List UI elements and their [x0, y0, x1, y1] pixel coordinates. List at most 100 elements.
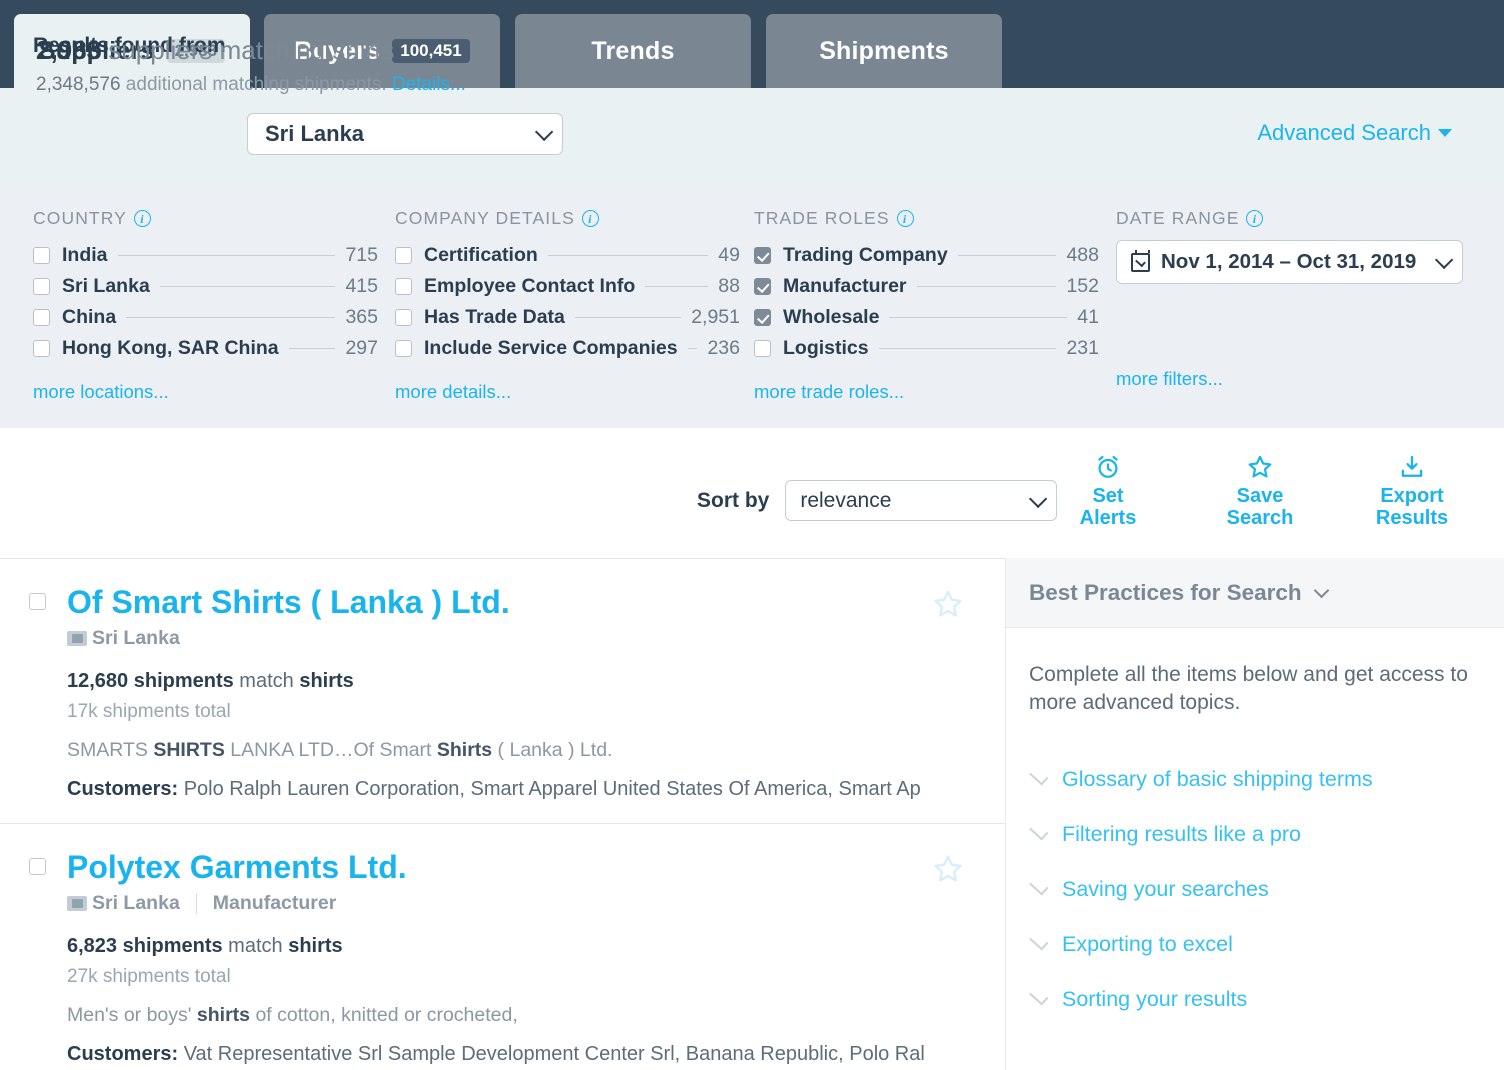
filter-group-title: TRADE ROLES i	[754, 208, 1099, 229]
filter-row[interactable]: Sri Lanka 415	[33, 271, 378, 302]
set-alerts-button[interactable]: Set Alerts	[1056, 452, 1160, 530]
more-trade-roles-link[interactable]: more trade roles...	[754, 381, 1099, 403]
leader-dots	[889, 317, 1068, 318]
list-item[interactable]: Sorting your results	[1029, 972, 1478, 1027]
info-icon[interactable]: i	[896, 210, 914, 227]
filter-count: 365	[345, 306, 378, 328]
list-item-label: Exporting to excel	[1062, 931, 1233, 956]
filter-checkbox[interactable]	[754, 340, 771, 357]
filter-count: 2,951	[691, 306, 740, 328]
filter-row[interactable]: Certification 49	[395, 240, 740, 271]
additional-shipments-line: 2,348,576 additional matching shipments.…	[36, 74, 466, 96]
details-link[interactable]: Details...	[392, 74, 466, 95]
save-search-button[interactable]: Save Search	[1208, 452, 1312, 530]
filter-group-title: COMPANY DETAILS i	[395, 208, 740, 229]
info-icon[interactable]: i	[581, 210, 599, 227]
list-item[interactable]: Glossary of basic shipping terms	[1029, 752, 1478, 807]
filter-row[interactable]: Trading Company 488	[754, 240, 1099, 271]
chevron-down-icon	[1313, 582, 1329, 598]
list-item[interactable]: Exporting to excel	[1029, 917, 1478, 972]
filter-checkbox-checked[interactable]	[754, 309, 771, 326]
filter-row[interactable]: Has Trade Data 2,951	[395, 302, 740, 333]
filter-row[interactable]: China 365	[33, 302, 378, 333]
leader-dots	[159, 286, 336, 287]
result-total-line: 17k shipments total	[67, 701, 231, 723]
match-term: shirts	[288, 935, 343, 958]
favorite-star-icon[interactable]	[931, 852, 965, 886]
result-checkbox[interactable]	[29, 593, 46, 610]
match-term: shirts	[299, 670, 354, 693]
action-line1: Set	[1092, 485, 1124, 507]
result-customers-line: Customers: Vat Representative Srl Sample…	[67, 1043, 1005, 1066]
more-filters-link[interactable]: more filters...	[1116, 368, 1476, 390]
action-line1: Export	[1380, 485, 1444, 507]
best-practices-title: Best Practices for Search	[1029, 579, 1302, 605]
desc-pre: Men's or boys'	[67, 1004, 197, 1027]
export-results-button[interactable]: Export Results	[1360, 452, 1464, 530]
tab-label: Trends	[591, 36, 675, 65]
result-country: Sri Lanka	[92, 627, 180, 650]
filter-checkbox[interactable]	[395, 247, 412, 264]
leader-dots	[547, 255, 709, 256]
filter-checkbox[interactable]	[33, 247, 50, 264]
filter-row[interactable]: India 715	[33, 240, 378, 271]
filter-checkbox[interactable]	[33, 340, 50, 357]
action-buttons: Set Alerts Save Search Export Results	[1056, 452, 1464, 530]
filter-group-company-details: COMPANY DETAILS i Certification 49 Emplo…	[395, 208, 740, 403]
advanced-search-link[interactable]: Advanced Search	[1257, 120, 1452, 146]
filter-checkbox[interactable]	[395, 340, 412, 357]
date-range-select[interactable]: Nov 1, 2014 – Oct 31, 2019	[1116, 240, 1463, 284]
best-practices-header[interactable]: Best Practices for Search	[1006, 558, 1504, 628]
desc-highlight-1: SHIRTS	[153, 739, 225, 762]
country-select[interactable]: Sri Lanka	[247, 113, 563, 155]
filter-checkbox-checked[interactable]	[754, 247, 771, 264]
sort-select[interactable]: relevance	[785, 480, 1058, 521]
filter-label: Hong Kong, SAR China	[62, 337, 279, 359]
more-locations-link[interactable]: more locations...	[33, 381, 378, 403]
filter-row[interactable]: Hong Kong, SAR China 297	[33, 333, 378, 364]
flag-icon	[67, 896, 87, 912]
filter-row[interactable]: Include Service Companies 236	[395, 333, 740, 364]
result-description: SMARTS SHIRTS LANKA LTD…Of Smart Shirts …	[67, 739, 1005, 762]
flag-icon	[67, 631, 87, 647]
filter-checkbox[interactable]	[33, 309, 50, 326]
filter-row[interactable]: Manufacturer 152	[754, 271, 1099, 302]
info-icon[interactable]: i	[1246, 210, 1264, 227]
filter-count: 415	[345, 275, 378, 297]
tab-label: Shipments	[819, 36, 949, 65]
list-item[interactable]: Saving your searches	[1029, 862, 1478, 917]
result-customers-line: Customers: Polo Ralph Lauren Corporation…	[67, 778, 1005, 801]
action-line2: Alerts	[1079, 507, 1137, 530]
list-item[interactable]: Filtering results like a pro	[1029, 807, 1478, 862]
match-mid: match	[233, 670, 300, 693]
favorite-star-icon[interactable]	[931, 587, 965, 621]
best-practices-body: Complete all the items below and get acc…	[1006, 628, 1504, 1027]
result-title[interactable]: Polytex Garments Ltd.	[67, 849, 1005, 885]
filter-row[interactable]: Employee Contact Info 88	[395, 271, 740, 302]
filter-group-title-label: TRADE ROLES	[754, 208, 890, 228]
result-checkbox[interactable]	[29, 858, 46, 876]
filter-group-trade-roles: TRADE ROLES i Trading Company 488 Manufa…	[754, 208, 1099, 403]
tab-shipments[interactable]: Shipments	[766, 14, 1002, 88]
info-icon[interactable]: i	[133, 210, 151, 227]
check-icon	[1029, 986, 1049, 1006]
more-details-link[interactable]: more details...	[395, 381, 740, 403]
filter-group-title-label: COUNTRY	[33, 208, 127, 228]
filter-checkbox[interactable]	[395, 278, 412, 295]
result-role: Manufacturer	[212, 892, 337, 915]
desc-highlight-1: shirts	[196, 1004, 251, 1027]
filter-count: 152	[1066, 275, 1099, 297]
result-title[interactable]: Of Smart Shirts ( Lanka ) Ltd.	[67, 584, 1005, 620]
filter-checkbox[interactable]	[395, 309, 412, 326]
result-country: Sri Lanka	[92, 892, 180, 915]
chevron-down-icon	[1029, 489, 1048, 508]
tab-trends[interactable]: Trends	[515, 14, 751, 88]
additional-count: 2,348,576	[36, 74, 121, 95]
filter-row[interactable]: Logistics 231	[754, 333, 1099, 364]
filter-label: Certification	[424, 244, 538, 266]
filter-row[interactable]: Wholesale 41	[754, 302, 1099, 333]
filter-checkbox[interactable]	[33, 278, 50, 295]
desc-mid: LANKA LTD…Of Smart	[224, 739, 437, 762]
filter-checkbox-checked[interactable]	[754, 278, 771, 295]
